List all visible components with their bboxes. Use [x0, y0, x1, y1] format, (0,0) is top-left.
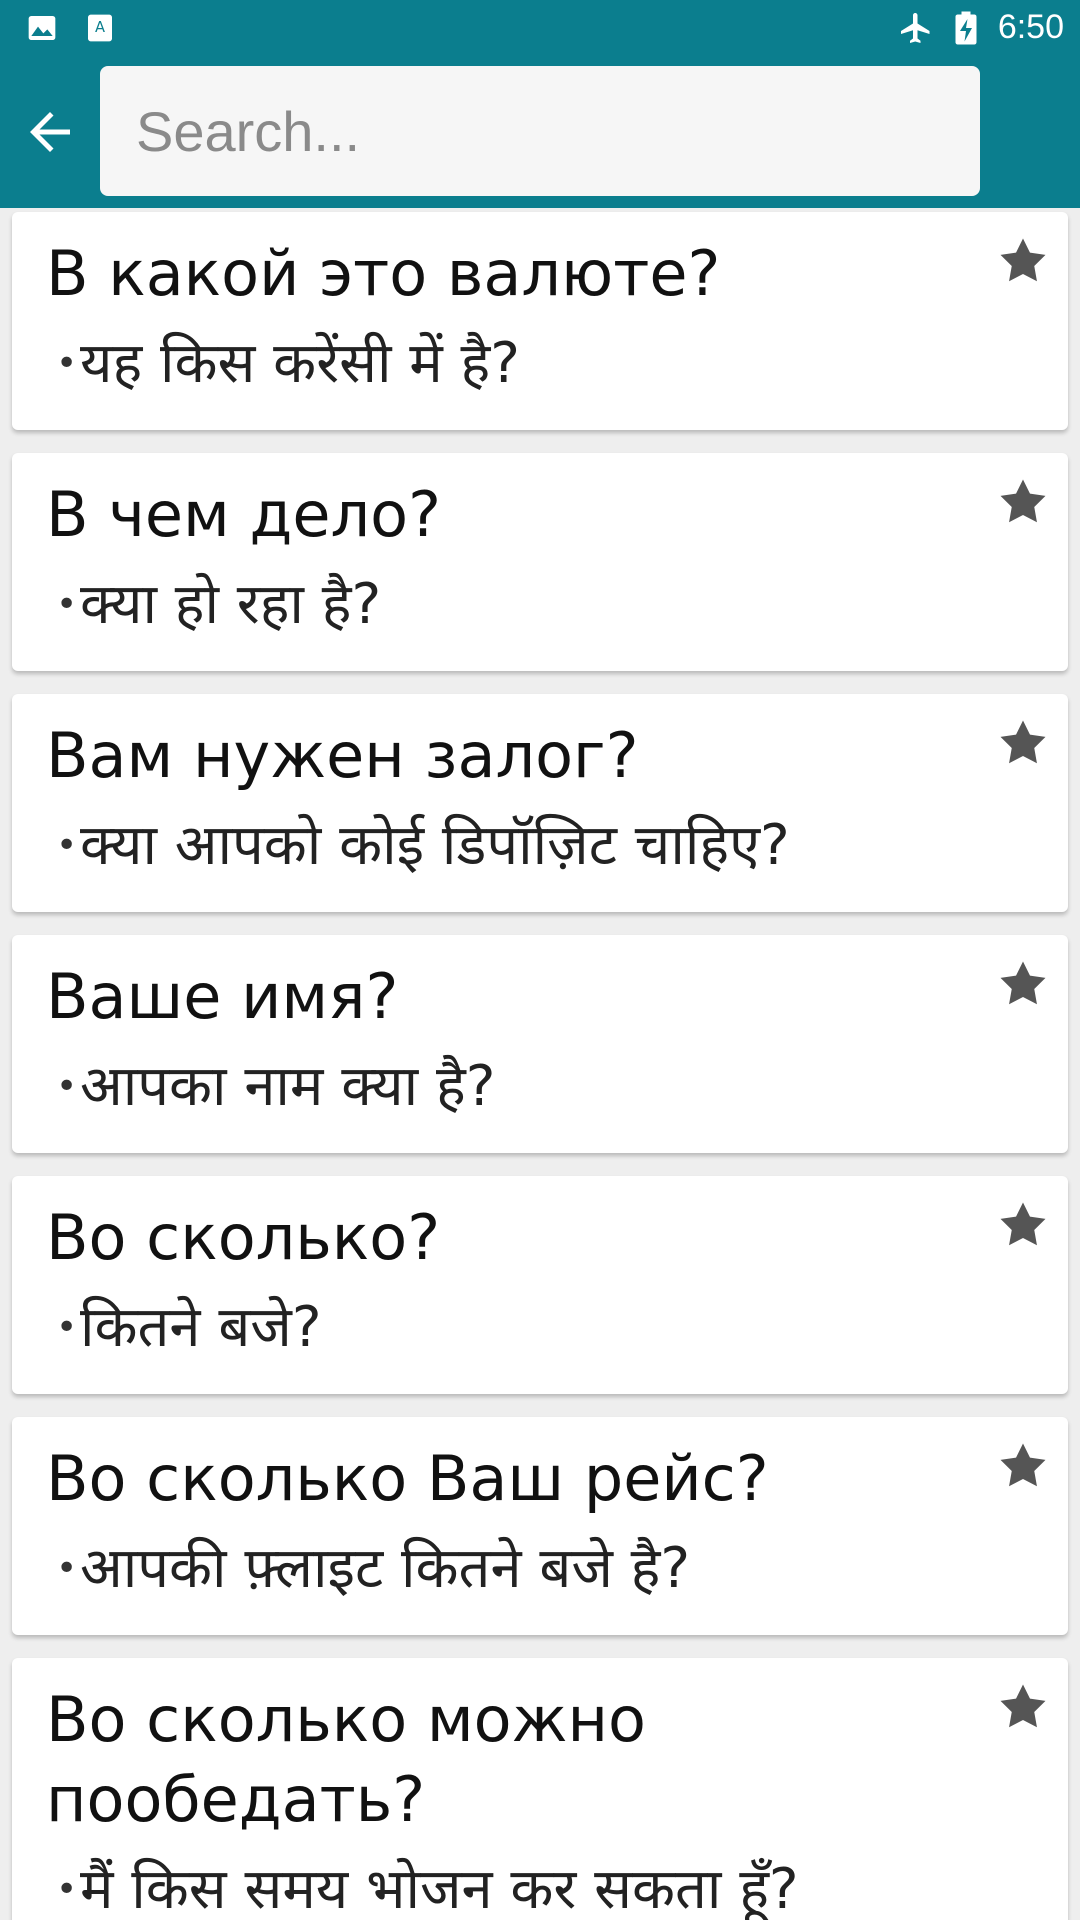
- phrase-card[interactable]: Вам нужен залог? क्या आपको कोई डिपॉज़िट …: [12, 694, 1068, 912]
- phrase-hindi: क्या आपको कोई डिपॉज़िट चाहिए?: [56, 806, 790, 886]
- phrase-card[interactable]: Ваше имя? आपका नाम क्या है?: [12, 935, 1068, 1153]
- app-icon: A: [88, 14, 112, 42]
- app-bar: [0, 56, 1080, 208]
- phrase-russian: Вам нужен залог?: [46, 719, 639, 792]
- status-bar: A 6:50: [0, 0, 1080, 56]
- phrase-card[interactable]: В чем дело? क्या हो रहा है?: [12, 453, 1068, 671]
- phrase-hindi: क्या हो रहा है?: [56, 565, 381, 645]
- phrase-hindi: मैं किस समय भोजन कर सकता हूँ?: [56, 1850, 799, 1920]
- phrase-card[interactable]: В какой это валюте? यह किस करेंसी में है…: [12, 212, 1068, 430]
- star-icon[interactable]: [996, 234, 1050, 288]
- phrase-russian: В какой это валюте?: [46, 237, 721, 310]
- phrase-hindi: कितने बजे?: [56, 1288, 322, 1368]
- svg-text:A: A: [95, 19, 105, 36]
- star-icon[interactable]: [996, 716, 1050, 770]
- phrase-hindi: आपका नाम क्या है?: [56, 1047, 495, 1127]
- star-icon[interactable]: [996, 1439, 1050, 1493]
- search-box[interactable]: [100, 66, 980, 196]
- phrase-card[interactable]: Во сколько можно пообедать? मैं किस समय …: [12, 1658, 1068, 1920]
- image-icon: [28, 16, 56, 40]
- star-icon[interactable]: [996, 1198, 1050, 1252]
- battery-charging-icon: [955, 11, 977, 44]
- status-right: 6:50: [898, 8, 1064, 47]
- phrase-list: В какой это валюте? यह किस करेंसी में है…: [0, 208, 1080, 1920]
- star-icon[interactable]: [996, 475, 1050, 529]
- phrase-russian: Во сколько можно пообедать?: [46, 1683, 646, 1836]
- airplane-icon: [900, 12, 930, 43]
- phrase-card[interactable]: Во сколько Ваш рейс? आपकी फ़्लाइट कितने …: [12, 1417, 1068, 1635]
- back-button[interactable]: [18, 100, 82, 164]
- phrase-hindi: आपकी फ़्लाइट कितने बजे है?: [56, 1529, 690, 1609]
- phrase-card[interactable]: Во сколько? कितने बजे?: [12, 1176, 1068, 1394]
- status-time: 6:50: [997, 8, 1064, 46]
- search-input[interactable]: [134, 97, 946, 165]
- phrase-hindi: यह किस करेंसी में है?: [56, 324, 520, 404]
- status-left-icons: A: [26, 12, 116, 44]
- phrase-russian: Ваше имя?: [46, 960, 399, 1033]
- phrase-russian: Во сколько Ваш рейс?: [46, 1442, 769, 1515]
- star-icon[interactable]: [996, 1680, 1050, 1734]
- star-icon[interactable]: [996, 957, 1050, 1011]
- phrase-russian: Во сколько?: [46, 1201, 441, 1274]
- phrase-russian: В чем дело?: [46, 478, 441, 551]
- arrow-left-icon: [30, 112, 70, 152]
